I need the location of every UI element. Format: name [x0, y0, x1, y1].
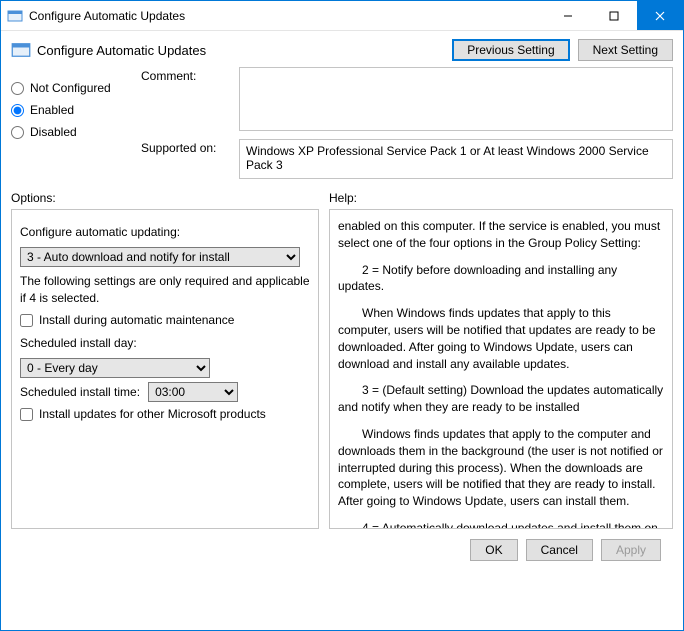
help-label: Help:	[329, 191, 357, 205]
help-text: 4 = Automatically download updates and i…	[338, 520, 664, 529]
options-note: The following settings are only required…	[20, 273, 310, 307]
install-maintenance-checkbox-row[interactable]: Install during automatic maintenance	[20, 312, 310, 329]
comment-input[interactable]	[239, 67, 673, 131]
policy-icon	[11, 40, 31, 60]
previous-setting-button[interactable]: Previous Setting	[452, 39, 569, 61]
close-button[interactable]	[637, 1, 683, 30]
install-time-label: Scheduled install time:	[20, 384, 140, 401]
help-text: enabled on this computer. If the service…	[338, 218, 664, 252]
help-text: When Windows finds updates that apply to…	[338, 305, 664, 372]
minimize-button[interactable]	[545, 1, 591, 30]
options-label: Options:	[11, 191, 319, 205]
supported-label: Supported on:	[141, 139, 231, 179]
page-title: Configure Automatic Updates	[37, 43, 452, 58]
window-title: Configure Automatic Updates	[29, 9, 545, 23]
radio-disabled[interactable]: Disabled	[11, 125, 131, 139]
configure-updating-select[interactable]: 3 - Auto download and notify for install	[20, 247, 300, 267]
help-panel[interactable]: enabled on this computer. If the service…	[329, 209, 673, 529]
radio-label: Disabled	[30, 125, 77, 139]
cancel-button[interactable]: Cancel	[526, 539, 593, 561]
supported-value: Windows XP Professional Service Pack 1 o…	[239, 139, 673, 179]
next-setting-button[interactable]: Next Setting	[578, 39, 673, 61]
maximize-button[interactable]	[591, 1, 637, 30]
options-panel: Configure automatic updating: 3 - Auto d…	[11, 209, 319, 529]
apply-button[interactable]: Apply	[601, 539, 661, 561]
configure-updating-label: Configure automatic updating:	[20, 224, 310, 241]
radio-disabled-input[interactable]	[11, 126, 24, 139]
radio-not-configured[interactable]: Not Configured	[11, 81, 131, 95]
checkbox-label: Install during automatic maintenance	[39, 312, 234, 329]
radio-enabled[interactable]: Enabled	[11, 103, 131, 117]
titlebar: Configure Automatic Updates	[1, 1, 683, 31]
install-maintenance-checkbox[interactable]	[20, 314, 33, 327]
comment-label: Comment:	[141, 67, 231, 131]
policy-icon	[7, 8, 23, 24]
help-text: 2 = Notify before downloading and instal…	[338, 262, 664, 296]
help-text: 3 = (Default setting) Download the updat…	[338, 382, 664, 416]
help-text: Windows finds updates that apply to the …	[338, 426, 664, 510]
other-products-checkbox[interactable]	[20, 408, 33, 421]
other-products-checkbox-row[interactable]: Install updates for other Microsoft prod…	[20, 406, 310, 423]
install-day-label: Scheduled install day:	[20, 335, 310, 352]
ok-button[interactable]: OK	[470, 539, 517, 561]
radio-label: Enabled	[30, 103, 74, 117]
install-day-select[interactable]: 0 - Every day	[20, 358, 210, 378]
radio-not-configured-input[interactable]	[11, 82, 24, 95]
checkbox-label: Install updates for other Microsoft prod…	[39, 406, 266, 423]
state-radios: Not Configured Enabled Disabled	[11, 67, 131, 179]
radio-label: Not Configured	[30, 81, 111, 95]
install-time-select[interactable]: 03:00	[148, 382, 238, 402]
radio-enabled-input[interactable]	[11, 104, 24, 117]
